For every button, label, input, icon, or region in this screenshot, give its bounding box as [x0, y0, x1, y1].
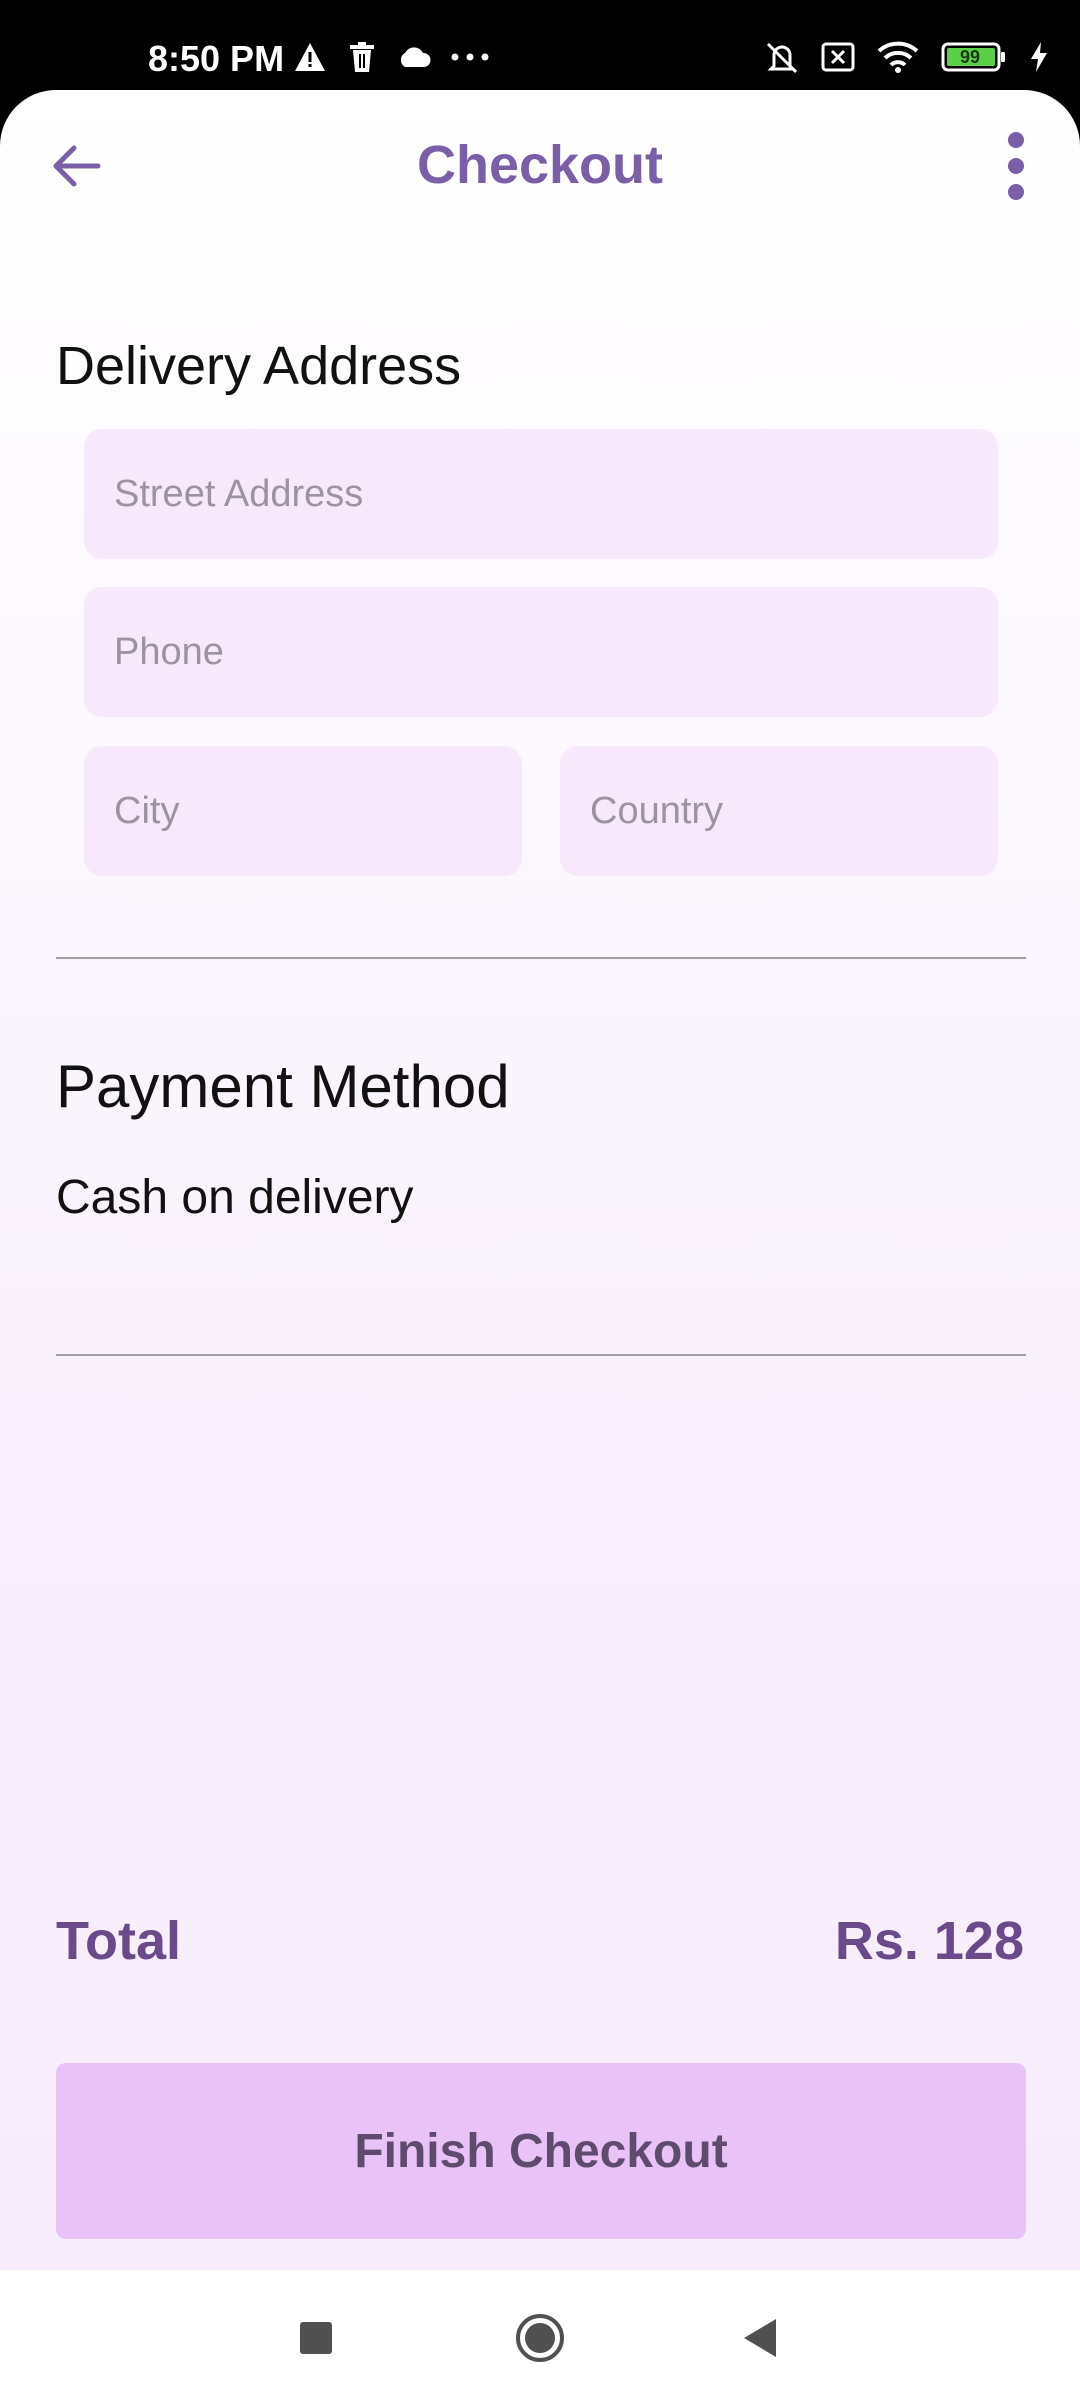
delivery-address-title: Delivery Address	[56, 336, 462, 396]
status-notification-icons	[292, 40, 492, 74]
back-nav-button[interactable]	[720, 2298, 800, 2378]
street-address-field[interactable]	[84, 428, 998, 560]
charging-icon	[1028, 40, 1050, 74]
payment-method-value: Cash on delivery	[56, 1171, 414, 1224]
home-button[interactable]	[500, 2298, 580, 2378]
checkout-screen: Checkout Delivery Address Payment Method…	[0, 90, 1080, 2270]
home-circle-icon	[516, 2314, 564, 2362]
wifi-icon	[876, 40, 920, 74]
overflow-menu-button[interactable]	[980, 126, 1052, 206]
country-field[interactable]	[560, 745, 998, 877]
section-divider	[56, 957, 1026, 959]
country-input[interactable]	[588, 745, 998, 877]
finish-checkout-button[interactable]: Finish Checkout	[56, 2063, 1026, 2239]
payment-method-title: Payment Method	[56, 1053, 510, 1120]
battery-level: 99	[959, 46, 981, 67]
top-app-bar: Checkout	[0, 90, 1080, 250]
status-bar: 8:50 PM 99	[0, 0, 1080, 90]
city-field[interactable]	[84, 745, 522, 877]
more-dots-icon	[448, 40, 492, 74]
back-triangle-icon	[744, 2319, 776, 2357]
status-time: 8:50 PM	[148, 38, 285, 79]
status-system-icons: 99	[764, 40, 1050, 74]
phone-field[interactable]	[84, 586, 998, 718]
phone-input[interactable]	[112, 586, 998, 718]
recents-button[interactable]	[276, 2298, 356, 2378]
section-divider	[56, 1354, 1026, 1356]
city-input[interactable]	[112, 745, 522, 877]
street-address-input[interactable]	[112, 428, 998, 560]
sim-x-icon	[820, 40, 856, 74]
alert-icon	[292, 40, 328, 74]
trash-icon	[344, 40, 380, 74]
mute-icon	[764, 40, 800, 74]
more-vert-icon	[1008, 132, 1024, 200]
page-title: Checkout	[416, 135, 664, 195]
cloud-icon	[396, 40, 432, 74]
system-navigation-bar	[0, 2270, 1080, 2400]
recents-square-icon	[300, 2322, 332, 2354]
battery-icon: 99	[940, 40, 1008, 74]
total-value: Rs. 128	[834, 1911, 1024, 1971]
total-label: Total	[56, 1911, 181, 1971]
